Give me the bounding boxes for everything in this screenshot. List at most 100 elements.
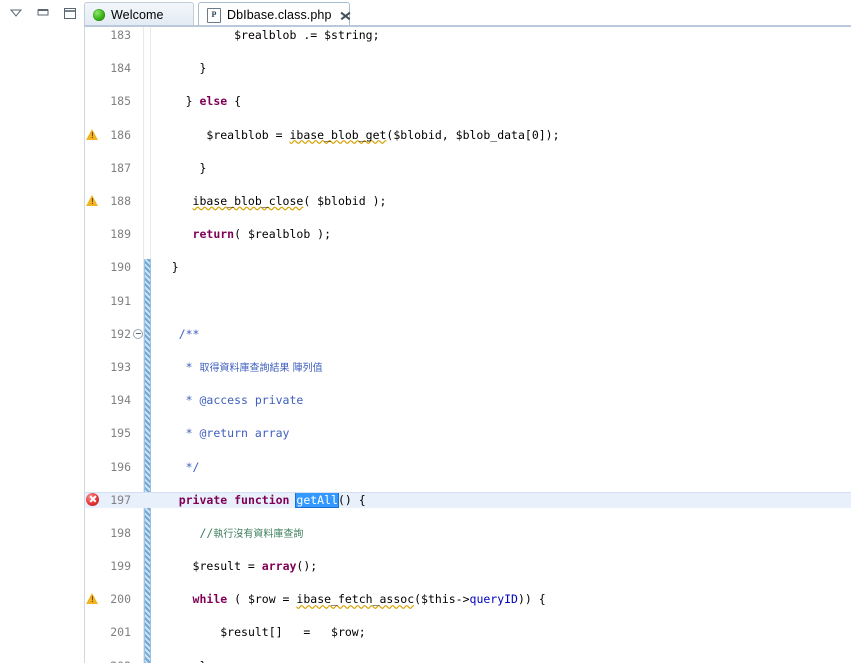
code-token: $result[] = $row; bbox=[220, 625, 366, 640]
welcome-globe-icon bbox=[93, 8, 105, 21]
line-number: 202 bbox=[101, 658, 131, 663]
code-line[interactable]: 197 private function getAll() { bbox=[85, 491, 851, 509]
code-lines-container: 183 $realblob .= $string; 184 } 185 } else… bbox=[85, 27, 851, 663]
code-line[interactable]: 187 } bbox=[85, 160, 851, 177]
code-token: ($this-> bbox=[414, 592, 470, 607]
code-token: ( $blobid ); bbox=[303, 193, 387, 208]
code-token: /** bbox=[178, 326, 200, 341]
line-number: 197 bbox=[110, 492, 131, 507]
line-number: 192 bbox=[110, 326, 131, 341]
code-token: ibase_fetch_assoc bbox=[296, 592, 415, 607]
code-text: } else { bbox=[151, 93, 851, 110]
code-token: */ bbox=[185, 459, 200, 474]
code-line[interactable]: 195 * @return array bbox=[85, 425, 851, 442]
code-token: // bbox=[199, 525, 214, 540]
line-number: 184 bbox=[110, 61, 131, 76]
code-token: * bbox=[185, 359, 200, 374]
tab-file-label: DbIbase.class.php bbox=[227, 8, 332, 22]
tab-welcome[interactable]: Welcome bbox=[84, 2, 194, 26]
code-text: */ bbox=[151, 459, 851, 476]
code-line[interactable]: 194 * @access private bbox=[85, 392, 851, 409]
line-number: 193 bbox=[110, 359, 131, 374]
code-token: } bbox=[199, 160, 207, 175]
line-number: 200 bbox=[110, 592, 131, 607]
code-text: } bbox=[151, 658, 851, 663]
code-text: * @return array bbox=[151, 425, 851, 442]
editor-tab-strip: Welcome P DbIbase.class.php bbox=[84, 0, 851, 27]
code-line[interactable]: 188 ibase_blob_close( $blobid ); bbox=[85, 193, 851, 210]
line-number: 188 bbox=[110, 193, 131, 208]
warning-marker-icon[interactable] bbox=[86, 194, 99, 207]
code-token: $result = bbox=[192, 559, 262, 574]
code-editor[interactable]: 183 $realblob .= $string; 184 } 185 } else… bbox=[84, 27, 851, 663]
top-bar: Welcome P DbIbase.class.php bbox=[0, 0, 851, 27]
code-text: $realblob = ibase_blob_get($blobid, $blo… bbox=[151, 127, 851, 144]
code-token: } bbox=[199, 659, 206, 663]
warning-marker-icon[interactable] bbox=[86, 592, 99, 605]
gutter-marker[interactable] bbox=[86, 194, 100, 208]
code-token: $realblob = bbox=[206, 127, 290, 142]
maximize-icon[interactable] bbox=[62, 6, 78, 20]
code-text: ibase_blob_close( $blobid ); bbox=[151, 193, 851, 210]
line-number: 201 bbox=[110, 625, 131, 640]
code-line[interactable]: 192 /** bbox=[85, 326, 851, 343]
code-line[interactable]: 200 while ( $row = ibase_fetch_assoc($th… bbox=[85, 591, 851, 608]
line-number: 198 bbox=[110, 525, 131, 540]
code-token: $string; bbox=[324, 28, 380, 42]
gutter-marker[interactable] bbox=[86, 128, 100, 142]
line-number: 185 bbox=[110, 94, 131, 109]
code-line[interactable]: 184 } bbox=[85, 60, 851, 77]
gutter-marker[interactable] bbox=[86, 592, 100, 606]
code-text: private function getAll() { bbox=[151, 492, 851, 509]
code-token: * @access private bbox=[185, 393, 304, 408]
code-text: $realblob .= $string; bbox=[151, 27, 851, 44]
minimize-icon[interactable] bbox=[35, 6, 51, 20]
code-line[interactable]: 186 $realblob = ibase_blob_get($blobid, … bbox=[85, 127, 851, 144]
code-text: * @access private bbox=[151, 392, 851, 409]
code-token: )) { bbox=[517, 592, 546, 607]
code-line[interactable]: 185 } else { bbox=[85, 93, 851, 110]
code-line[interactable]: 190 } bbox=[85, 259, 851, 276]
code-line[interactable]: 198 //執行沒有資料庫查詢 bbox=[85, 525, 851, 542]
php-file-icon: P bbox=[207, 7, 221, 23]
code-line[interactable]: 183 $realblob .= $string; bbox=[85, 27, 851, 44]
line-number: 199 bbox=[110, 559, 131, 574]
line-number: 190 bbox=[110, 260, 131, 275]
tab-dbibase-class-php[interactable]: P DbIbase.class.php bbox=[198, 2, 350, 27]
line-number: 186 bbox=[110, 127, 131, 142]
code-token: } bbox=[171, 260, 179, 275]
code-text: $result[] = $row; bbox=[151, 624, 851, 641]
code-line[interactable]: 199 $result = array(); bbox=[85, 558, 851, 575]
code-token: 執行沒有資料庫查詢 bbox=[213, 528, 304, 540]
code-token: { bbox=[227, 94, 242, 109]
code-line[interactable]: 189 return( $realblob ); bbox=[85, 226, 851, 243]
fold-collapse-icon[interactable] bbox=[133, 328, 143, 339]
error-marker-icon[interactable] bbox=[86, 492, 99, 506]
line-number: 195 bbox=[110, 426, 131, 441]
view-controls bbox=[8, 4, 80, 22]
code-line[interactable]: 201 $result[] = $row; bbox=[85, 624, 851, 641]
code-line[interactable]: 202 } bbox=[85, 658, 851, 663]
line-number: 187 bbox=[110, 160, 131, 175]
code-line[interactable]: 196 */ bbox=[85, 459, 851, 476]
code-token: return bbox=[192, 227, 235, 242]
code-token: .= bbox=[303, 28, 325, 42]
code-token: array bbox=[261, 559, 297, 574]
code-token: * @return array bbox=[185, 426, 290, 441]
code-line[interactable]: 191 bbox=[85, 293, 851, 310]
code-token: $realblob bbox=[234, 28, 304, 42]
selected-token: getAll bbox=[296, 492, 338, 507]
gutter-marker[interactable] bbox=[86, 492, 100, 507]
code-token: ibase_blob_get bbox=[289, 127, 387, 142]
code-token: ( $realblob ); bbox=[234, 227, 332, 242]
warning-marker-icon[interactable] bbox=[86, 128, 99, 141]
line-number: 191 bbox=[110, 293, 131, 308]
tab-welcome-label: Welcome bbox=[111, 7, 164, 22]
code-token: () { bbox=[337, 492, 366, 507]
code-token: ($blobid, $blob_data[0]); bbox=[386, 127, 560, 142]
code-text: } bbox=[151, 259, 851, 276]
close-icon[interactable] bbox=[340, 10, 351, 21]
line-number: 183 bbox=[110, 28, 131, 42]
code-line[interactable]: 193 * 取得資料庫查詢結果 陣列值 bbox=[85, 359, 851, 376]
triangle-down-icon[interactable] bbox=[8, 6, 24, 20]
